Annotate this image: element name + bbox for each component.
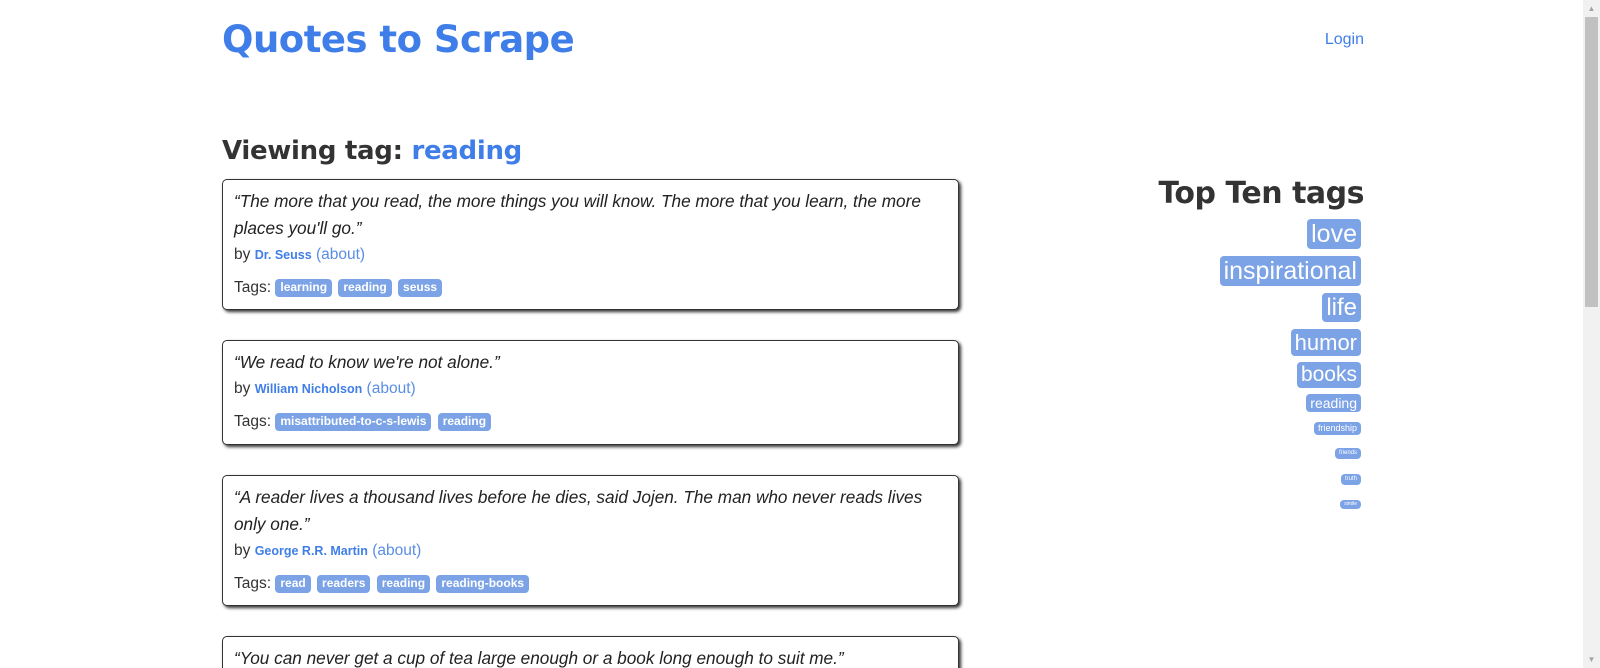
- viewing-tag-link[interactable]: reading: [411, 136, 522, 166]
- top-tag-books[interactable]: books: [1296, 362, 1361, 388]
- tag-reading[interactable]: reading: [338, 278, 392, 297]
- quote-tags: Tags: read readers reading reading-books: [234, 573, 947, 595]
- top-tag-item: humor: [1104, 329, 1361, 356]
- tag-readers[interactable]: readers: [317, 574, 371, 593]
- tag-misattributed-to-c-s-lewis[interactable]: misattributed-to-c-s-lewis: [275, 412, 432, 431]
- scrollbar-thumb[interactable]: [1585, 17, 1598, 307]
- viewing-tag-heading: Viewing tag: reading: [222, 136, 522, 166]
- tags-label: Tags:: [234, 279, 276, 296]
- quote-card: “You can never get a cup of tea large en…: [222, 636, 959, 668]
- top-tags-title: Top Ten tags: [1158, 176, 1364, 211]
- scroll-up-arrow-icon[interactable]: ▲: [1583, 0, 1600, 17]
- tag-seuss[interactable]: seuss: [398, 278, 443, 297]
- tag-reading-books[interactable]: reading-books: [436, 574, 530, 593]
- site-title-link[interactable]: Quotes to Scrape: [222, 18, 575, 61]
- top-tag-item: life: [1104, 293, 1361, 322]
- content-container: Quotes to Scrape Login Viewing tag: read…: [222, 0, 1365, 668]
- top-tag-love[interactable]: love: [1307, 219, 1361, 249]
- author-name: William Nicholson: [254, 382, 363, 396]
- tags-label: Tags:: [234, 413, 276, 430]
- scroll-down-arrow-icon[interactable]: ▼: [1583, 651, 1600, 668]
- top-tag-truth[interactable]: truth: [1340, 474, 1361, 485]
- tag-reading[interactable]: reading: [437, 412, 492, 431]
- top-tag-friends[interactable]: friends: [1334, 448, 1361, 459]
- login-link[interactable]: Login: [1325, 31, 1364, 49]
- top-tag-reading[interactable]: reading: [1306, 394, 1361, 412]
- top-tag-humor[interactable]: humor: [1290, 329, 1361, 356]
- quote-tags: Tags: learning reading seuss: [234, 277, 947, 299]
- vertical-scrollbar[interactable]: ▲ ▼: [1583, 0, 1600, 668]
- author-name: Dr. Seuss: [254, 248, 312, 262]
- quote-byline: by George R.R. Martin (about): [234, 540, 947, 562]
- by-label: by: [234, 380, 255, 397]
- top-tag-item: inspirational: [1104, 256, 1361, 286]
- author-name: George R.R. Martin: [254, 544, 368, 558]
- page: Quotes to Scrape Login Viewing tag: read…: [0, 0, 1600, 668]
- by-label: by: [234, 542, 255, 559]
- quote-tags: Tags: misattributed-to-c-s-lewis reading: [234, 411, 947, 433]
- quote-text: “A reader lives a thousand lives before …: [234, 487, 923, 534]
- viewing-tag-label: Viewing tag:: [222, 136, 412, 166]
- top-tag-item: love: [1104, 219, 1361, 249]
- top-tags-sidebar: Top Ten tags love inspirational life hum…: [1104, 176, 1365, 509]
- top-tag-item: truth: [1104, 474, 1361, 485]
- quote-byline: by William Nicholson (about): [234, 378, 947, 400]
- quote-text: “You can never get a cup of tea large en…: [234, 648, 844, 668]
- top-tag-item: reading: [1104, 394, 1361, 412]
- top-tag-item: friendship: [1104, 422, 1361, 435]
- about-link[interactable]: (about): [316, 246, 365, 263]
- quote-card: “The more that you read, the more things…: [222, 179, 959, 310]
- by-label: by: [234, 246, 255, 263]
- top-tag-friendship[interactable]: friendship: [1313, 422, 1361, 435]
- top-tag-life[interactable]: life: [1322, 293, 1361, 322]
- tag-learning[interactable]: learning: [275, 278, 333, 297]
- quote-card: “A reader lives a thousand lives before …: [222, 475, 959, 606]
- about-link[interactable]: (about): [367, 380, 416, 397]
- about-link[interactable]: (about): [372, 542, 421, 559]
- top-tag-simile[interactable]: simile: [1340, 500, 1361, 509]
- top-tag-item: simile: [1104, 500, 1361, 509]
- quote-byline: by Dr. Seuss (about): [234, 244, 947, 266]
- tag-read[interactable]: read: [275, 574, 311, 593]
- quote-card: “We read to know we're not alone.” by Wi…: [222, 340, 959, 445]
- quote-text: “The more that you read, the more things…: [234, 191, 921, 238]
- top-tag-item: books: [1104, 362, 1361, 388]
- top-tag-item: friends: [1104, 448, 1361, 459]
- top-tag-inspirational[interactable]: inspirational: [1219, 256, 1361, 286]
- tag-reading[interactable]: reading: [376, 574, 431, 593]
- tags-label: Tags:: [234, 575, 276, 592]
- quote-text: “We read to know we're not alone.”: [234, 352, 500, 372]
